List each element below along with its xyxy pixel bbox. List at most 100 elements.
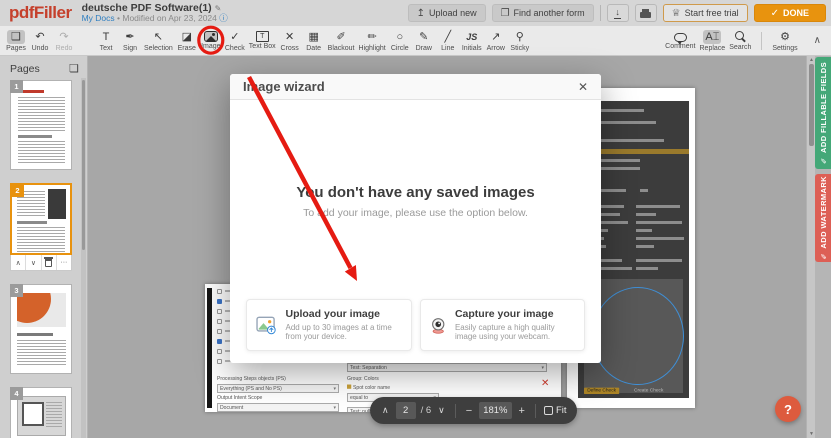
zoom-out-button[interactable]: −: [464, 405, 474, 417]
tool-initials[interactable]: JSInitials: [460, 29, 484, 53]
move-page-up-button[interactable]: ∧: [11, 255, 26, 270]
tool-blackout[interactable]: ✐Blackout: [326, 29, 357, 53]
close-icon[interactable]: ✕: [578, 80, 588, 94]
upload-image-card[interactable]: Upload your image Add up to 30 images at…: [246, 299, 412, 351]
erase-icon: ◪: [178, 30, 196, 44]
tool-selection[interactable]: ↖Selection: [142, 29, 175, 53]
sidebar-scrollbar[interactable]: [81, 78, 86, 438]
upload-new-button[interactable]: ↥Upload new: [408, 4, 486, 22]
text-line: [636, 259, 682, 262]
thumbnail-artwork: [11, 81, 71, 169]
replace-icon: A⌶: [703, 30, 721, 44]
header-actions: ↥Upload new ❐Find another form ↓ ♕Start …: [408, 4, 831, 22]
tool-sign[interactable]: ✒Sign: [118, 29, 142, 53]
tool-replace[interactable]: A⌶Replace: [698, 29, 728, 53]
spot-color-row: Spot color name: [347, 385, 522, 391]
done-button[interactable]: ✓DONE: [754, 4, 826, 22]
tool-pages[interactable]: ❑Pages: [4, 29, 28, 53]
modified-date: Modified on Apr 23, 2024: [122, 13, 217, 23]
tool-line[interactable]: ╱Line: [436, 29, 460, 53]
done-label: DONE: [783, 8, 809, 18]
tool-text[interactable]: TText: [94, 29, 118, 53]
download-button[interactable]: ↓: [607, 4, 629, 22]
tool-label: Line: [441, 45, 454, 52]
tool-search[interactable]: Search: [727, 30, 753, 52]
start-free-trial-button[interactable]: ♕Start free trial: [663, 4, 748, 22]
tool-label: Highlight: [359, 45, 386, 52]
upload-card-title: Upload your image: [285, 308, 401, 321]
tool-settings[interactable]: ⚙Settings: [770, 29, 799, 53]
find-another-form-button[interactable]: ❐Find another form: [492, 4, 594, 22]
test-null-text: Test: null: [350, 409, 370, 412]
edit-title-icon[interactable]: ✎: [215, 4, 222, 13]
tool-label: Image: [201, 43, 220, 50]
delete-page-button[interactable]: [42, 255, 57, 270]
redo-icon: ↷: [55, 30, 73, 44]
document-title-text: deutsche PDF Software(1): [82, 2, 212, 14]
pill-divider: [455, 404, 456, 418]
print-button[interactable]: [635, 4, 657, 22]
tool-label: Undo: [32, 45, 49, 52]
sign-icon: ✒: [121, 30, 139, 44]
help-button[interactable]: ?: [775, 396, 801, 422]
output-intent-select[interactable]: Document▾: [217, 403, 339, 412]
rearrange-pages-icon[interactable]: ❏: [69, 62, 79, 75]
tool-image[interactable]: Image: [199, 30, 223, 51]
page-thumbnail-1[interactable]: 1: [10, 80, 72, 170]
tool-check[interactable]: ✓Check: [223, 29, 247, 53]
watermark-label: ADD WATERMARK: [819, 176, 828, 249]
capture-card-title: Capture your image: [455, 308, 575, 321]
pages-sidebar-header: Pages ❏: [0, 56, 87, 79]
thumbnail-page-preview[interactable]: 2: [10, 183, 72, 255]
zoom-level-value[interactable]: 181%: [479, 402, 511, 419]
tool-date[interactable]: ▦Date: [302, 29, 326, 53]
tool-comment[interactable]: Comment: [663, 30, 697, 51]
move-page-down-button[interactable]: ∨: [26, 255, 41, 270]
processing-steps-select[interactable]: Everything (PS and No PS)▾: [217, 384, 339, 393]
add-watermark-tab[interactable]: ✎ ADD WATERMARK: [815, 174, 831, 262]
breadcrumb[interactable]: My Docs: [82, 13, 115, 23]
thumbnail-page-preview[interactable]: 3: [10, 284, 72, 374]
tool-undo[interactable]: ↶Undo: [28, 29, 52, 53]
vertical-scrollbar[interactable]: ▲ ▼: [806, 56, 815, 438]
checkbox-icon: [217, 339, 222, 344]
scrollbar-thumb[interactable]: [809, 64, 814, 146]
thumbnail-artwork: [11, 285, 71, 373]
tool-cross[interactable]: ✕Cross: [278, 29, 302, 53]
tool-circle[interactable]: ○Circle: [388, 29, 412, 53]
current-page-input[interactable]: 2: [396, 402, 416, 419]
tool-erase[interactable]: ◪Erase: [175, 29, 199, 53]
capture-image-card[interactable]: Capture your image Easily capture a high…: [420, 299, 586, 351]
checkbox-icon: [217, 309, 222, 314]
page-thumbnail-2[interactable]: 2∧∨ ···: [10, 183, 72, 271]
page-thumbnail-3[interactable]: 3: [10, 284, 72, 374]
upload-card-description: Add up to 30 images at a time from your …: [285, 323, 401, 342]
tool-highlight[interactable]: ✏Highlight: [357, 29, 388, 53]
tool-draw[interactable]: ✎Draw: [412, 29, 436, 53]
thumbnail-page-preview[interactable]: 1: [10, 80, 72, 170]
fit-button[interactable]: Fit: [544, 405, 567, 416]
pdffiller-editor-window: pdfFiller deutsche PDF Software(1)✎ My D…: [0, 0, 831, 438]
toolbar-divider: [761, 32, 762, 50]
create-check-label: Create Check: [634, 388, 663, 393]
tool-arrow[interactable]: ↗Arrow: [484, 29, 508, 53]
tool-label: Date: [306, 45, 321, 52]
thumbnail-page-preview[interactable]: 4: [10, 387, 72, 438]
add-fillable-fields-tab[interactable]: ✎ ADD FILLABLE FIELDS: [815, 57, 831, 169]
tool-sticky[interactable]: ⚲Sticky: [508, 29, 532, 53]
zoom-in-button[interactable]: +: [517, 405, 527, 417]
tool-label: Selection: [144, 45, 173, 52]
sidebar-scrollbar-thumb[interactable]: [82, 80, 85, 250]
tool-text-box[interactable]: TText Box: [247, 30, 278, 51]
text-line: [636, 229, 652, 232]
next-page-button[interactable]: ∨: [436, 405, 447, 416]
selection-icon: ↖: [149, 30, 167, 44]
tool-label: Text: [100, 45, 113, 52]
page-thumbnail-4[interactable]: 4: [10, 387, 72, 438]
remove-check-icon[interactable]: ✕: [541, 378, 549, 389]
info-icon[interactable]: ⓘ: [219, 13, 228, 23]
previous-page-button[interactable]: ∧: [380, 405, 391, 416]
page-thumbnail-list: 1 2∧∨ ··· 3 4: [0, 80, 81, 438]
collapse-toolbar-chevron-icon[interactable]: ∧: [808, 35, 827, 46]
more-options-button[interactable]: ···: [57, 255, 71, 270]
